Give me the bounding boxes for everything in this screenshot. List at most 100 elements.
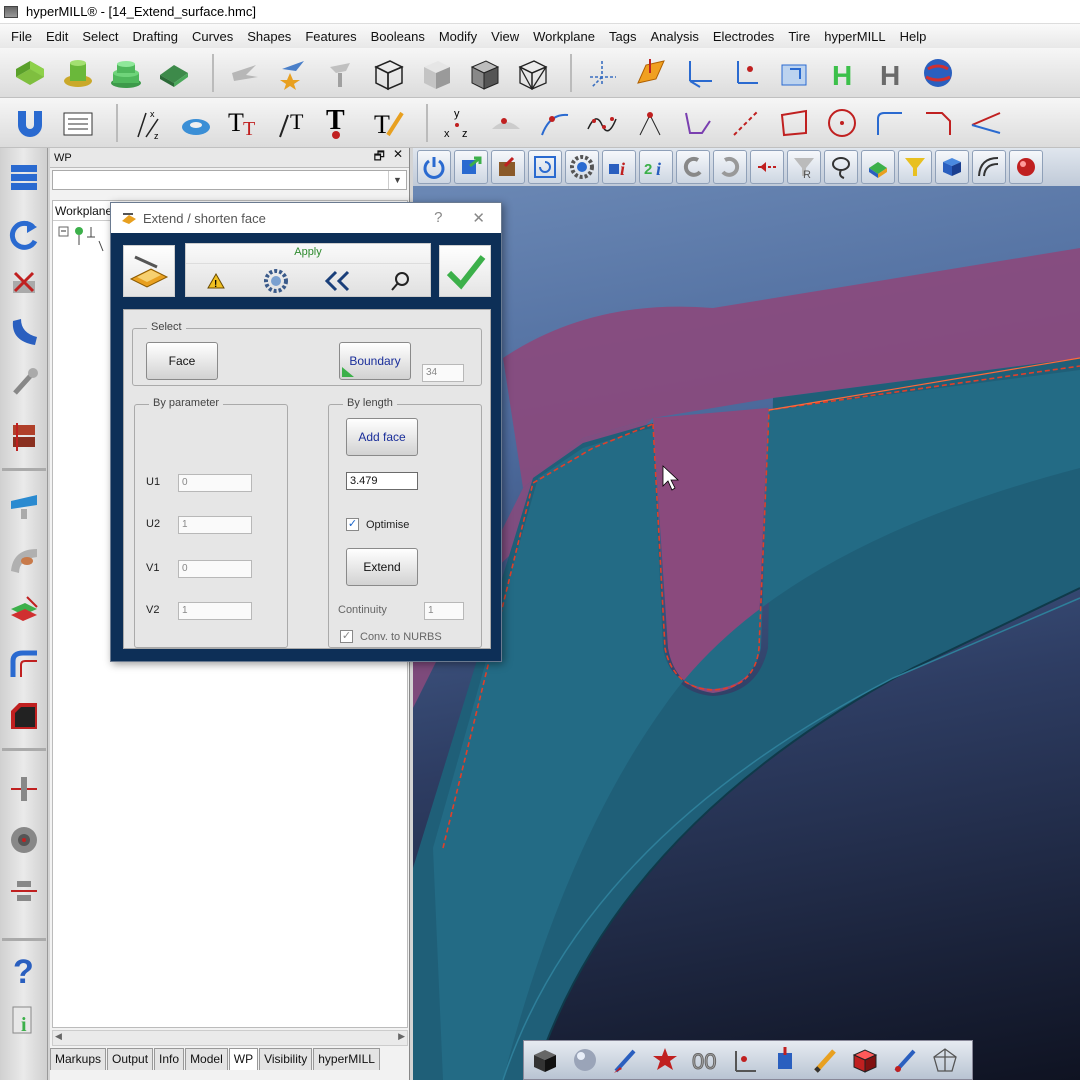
point-surface-icon[interactable] (486, 103, 526, 143)
undo-gray-icon[interactable] (676, 150, 710, 184)
plane-gray-icon[interactable] (224, 53, 264, 93)
tab-output[interactable]: Output (107, 1048, 154, 1070)
counter-00-icon[interactable]: 00 (686, 1042, 724, 1078)
menu-hypermill[interactable]: hyperMILL (817, 29, 892, 44)
curve-point-icon[interactable] (534, 103, 574, 143)
power-icon[interactable] (417, 150, 451, 184)
globe-icon[interactable] (918, 53, 958, 93)
export-arrow-icon[interactable] (454, 150, 488, 184)
list-panel-icon[interactable] (58, 103, 98, 143)
menu-electrodes[interactable]: Electrodes (706, 29, 781, 44)
search-icon[interactable] (386, 268, 414, 294)
shaded-cube-icon[interactable] (526, 1042, 564, 1078)
surface-measure-icon[interactable] (176, 103, 216, 143)
sphere-gray-icon[interactable] (566, 1042, 604, 1078)
menu-help[interactable]: Help (893, 29, 934, 44)
filter-box-icon[interactable] (898, 150, 932, 184)
menu-view[interactable]: View (484, 29, 526, 44)
layer-delete-icon[interactable] (4, 590, 44, 630)
fillet-corner-icon[interactable] (4, 644, 44, 684)
menu-tags[interactable]: Tags (602, 29, 643, 44)
settings-gear-icon[interactable] (262, 268, 290, 294)
text-tt-icon[interactable]: TT (224, 103, 264, 143)
tab-hypermill[interactable]: hyperMILL (313, 1048, 380, 1070)
menu-modify[interactable]: Modify (432, 29, 484, 44)
v1-field[interactable]: 0 (178, 560, 252, 578)
scroll-right-icon[interactable]: ▶ (398, 1031, 405, 1042)
float-icon[interactable]: 🗗 (374, 147, 385, 168)
sphere-select-icon[interactable] (1009, 150, 1043, 184)
shell-select-icon[interactable] (972, 150, 1006, 184)
circle-red-icon[interactable] (822, 103, 862, 143)
corner-fillet-icon[interactable] (870, 103, 910, 143)
menu-drafting[interactable]: Drafting (126, 29, 186, 44)
lasso-icon[interactable] (824, 150, 858, 184)
chevron-down-icon[interactable]: ▼ (388, 171, 406, 189)
stepped-cylinder-icon[interactable] (106, 53, 146, 93)
tab-model[interactable]: Model (185, 1048, 228, 1070)
shell-surface-icon[interactable] (4, 540, 44, 580)
menu-shapes[interactable]: Shapes (240, 29, 298, 44)
menu-file[interactable]: File (4, 29, 39, 44)
gear-icon[interactable] (565, 150, 599, 184)
disc-icon[interactable] (4, 820, 44, 860)
workplane-orange-icon[interactable] (630, 53, 670, 93)
select-arrow-icon[interactable] (750, 150, 784, 184)
tab-info[interactable]: Info (154, 1048, 185, 1070)
3d-viewport[interactable] (413, 148, 1080, 1080)
shaded-cube-gray-icon[interactable] (464, 53, 504, 93)
wire-mesh-icon[interactable] (512, 53, 552, 93)
h-gray-icon[interactable]: H (870, 53, 910, 93)
point-axis-icon[interactable] (726, 53, 766, 93)
surface-project-icon[interactable] (4, 486, 44, 526)
axis-workplane-icon[interactable] (582, 53, 622, 93)
text-pencil-icon[interactable]: T (368, 103, 408, 143)
conv-nurbs-checkbox[interactable]: ✓ (340, 630, 353, 643)
tab-wp[interactable]: WP (228, 1048, 259, 1070)
chamfer-box-icon[interactable] (4, 696, 44, 736)
brick-stack-icon[interactable] (4, 416, 44, 456)
u2-field[interactable]: 1 (178, 516, 252, 534)
wp-combo-box[interactable]: ▼ (52, 170, 407, 190)
optimise-checkbox[interactable]: ✓ (346, 518, 359, 531)
ok-check-button[interactable] (439, 245, 491, 297)
collapse-left-icon[interactable] (324, 268, 352, 294)
info-icon[interactable]: i (4, 1000, 44, 1040)
dialog-close-button[interactable]: ✕ (472, 209, 485, 227)
menu-analysis[interactable]: Analysis (643, 29, 705, 44)
extrude-gray-icon[interactable] (320, 53, 360, 93)
boundary-button[interactable]: Boundary (339, 342, 411, 380)
menu-features[interactable]: Features (298, 29, 363, 44)
menu-select[interactable]: Select (75, 29, 125, 44)
menu-curves[interactable]: Curves (185, 29, 240, 44)
import-brown-icon[interactable] (491, 150, 525, 184)
surface-block-icon[interactable] (154, 53, 194, 93)
star-wand-icon[interactable] (646, 1042, 684, 1078)
menu-edit[interactable]: Edit (39, 29, 75, 44)
cube-info-icon[interactable]: i (602, 150, 636, 184)
xyz-dimension-icon[interactable]: xz (128, 103, 168, 143)
help-button[interactable]: ? (434, 209, 442, 227)
curved-surface-icon[interactable] (4, 312, 44, 352)
text-slant-icon[interactable]: T (272, 103, 312, 143)
corner-chamfer-icon[interactable] (918, 103, 958, 143)
angle-lines-icon[interactable] (966, 103, 1006, 143)
filter-r-icon[interactable]: R (787, 150, 821, 184)
cylinder-icon[interactable] (58, 53, 98, 93)
scroll-left-icon[interactable]: ◀ (55, 1031, 62, 1042)
dashed-line-icon[interactable] (726, 103, 766, 143)
spline-points-icon[interactable] (582, 103, 622, 143)
cube-select-icon[interactable] (935, 150, 969, 184)
wireframe-sphere-icon[interactable] (926, 1042, 964, 1078)
tab-markups[interactable]: Markups (50, 1048, 107, 1070)
two-info-icon[interactable]: 2i (639, 150, 673, 184)
menu-tire[interactable]: Tire (781, 29, 817, 44)
layers-blue-icon[interactable] (4, 158, 44, 198)
shaded-cube-white-icon[interactable] (416, 53, 456, 93)
box-green-icon[interactable] (10, 53, 50, 93)
redo-gray-icon[interactable] (713, 150, 747, 184)
tab-visibility[interactable]: Visibility (259, 1048, 313, 1070)
trim-tool-icon[interactable] (4, 768, 44, 808)
xyz-coords-icon[interactable]: yxz (438, 103, 478, 143)
axis-point-icon[interactable] (726, 1042, 764, 1078)
